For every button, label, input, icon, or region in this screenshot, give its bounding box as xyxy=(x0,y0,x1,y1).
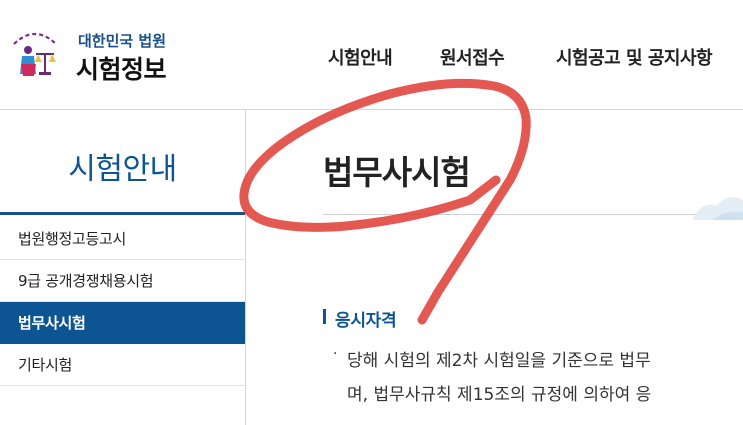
site-header: 대한민국 법원 시험정보 시험안내 원서접수 시험공고 및 공지사항 xyxy=(0,0,743,110)
sidebar-item-other-exams[interactable]: 기타시험 xyxy=(0,344,245,386)
sidebar-item-grade9-exam[interactable]: 9급 공개경쟁채용시험 xyxy=(0,260,245,302)
sidebar: 시험안내 법원행정고등고시 9급 공개경쟁채용시험 법무사시험 기타시험 xyxy=(0,110,246,425)
sidebar-header: 시험안내 xyxy=(0,110,245,215)
sidebar-item-court-admin-exam[interactable]: 법원행정고등고시 xyxy=(0,218,245,260)
section-bar-icon xyxy=(323,309,326,324)
logo-subtitle: 대한민국 법원 xyxy=(78,32,167,50)
section-title: 응시자격 xyxy=(335,311,397,331)
page-title: 법무사시험 xyxy=(323,153,471,192)
sidebar-menu: 법원행정고등고시 9급 공개경쟁채용시험 법무사시험 기타시험 xyxy=(0,218,245,386)
main-content: 법무사시험 응시자격 · 당해 시험의 제2차 시험일을 기준으로 법무 며, … xyxy=(247,110,743,425)
eligibility-text-line1: 당해 시험의 제2차 시험일을 기준으로 법무 xyxy=(347,351,651,371)
sidebar-item-judicial-scrivener-exam[interactable]: 법무사시험 xyxy=(0,302,245,344)
eligibility-text-line2: 며, 법무사규칙 제15조의 규정에 의하여 응 xyxy=(347,385,652,405)
nav-item-notices[interactable]: 시험공고 및 공지사항 xyxy=(556,44,713,70)
nav-item-application[interactable]: 원서접수 xyxy=(440,44,505,70)
bullet-icon: · xyxy=(333,346,338,362)
nav-item-exam-info[interactable]: 시험안내 xyxy=(328,44,393,70)
site-logo[interactable]: 대한민국 법원 시험정보 xyxy=(6,20,186,90)
cloud-illustration xyxy=(693,197,743,220)
sidebar-title: 시험안내 xyxy=(68,152,177,187)
title-divider xyxy=(323,214,743,215)
court-emblem-icon xyxy=(13,32,57,76)
logo-title: 시험정보 xyxy=(76,55,167,84)
